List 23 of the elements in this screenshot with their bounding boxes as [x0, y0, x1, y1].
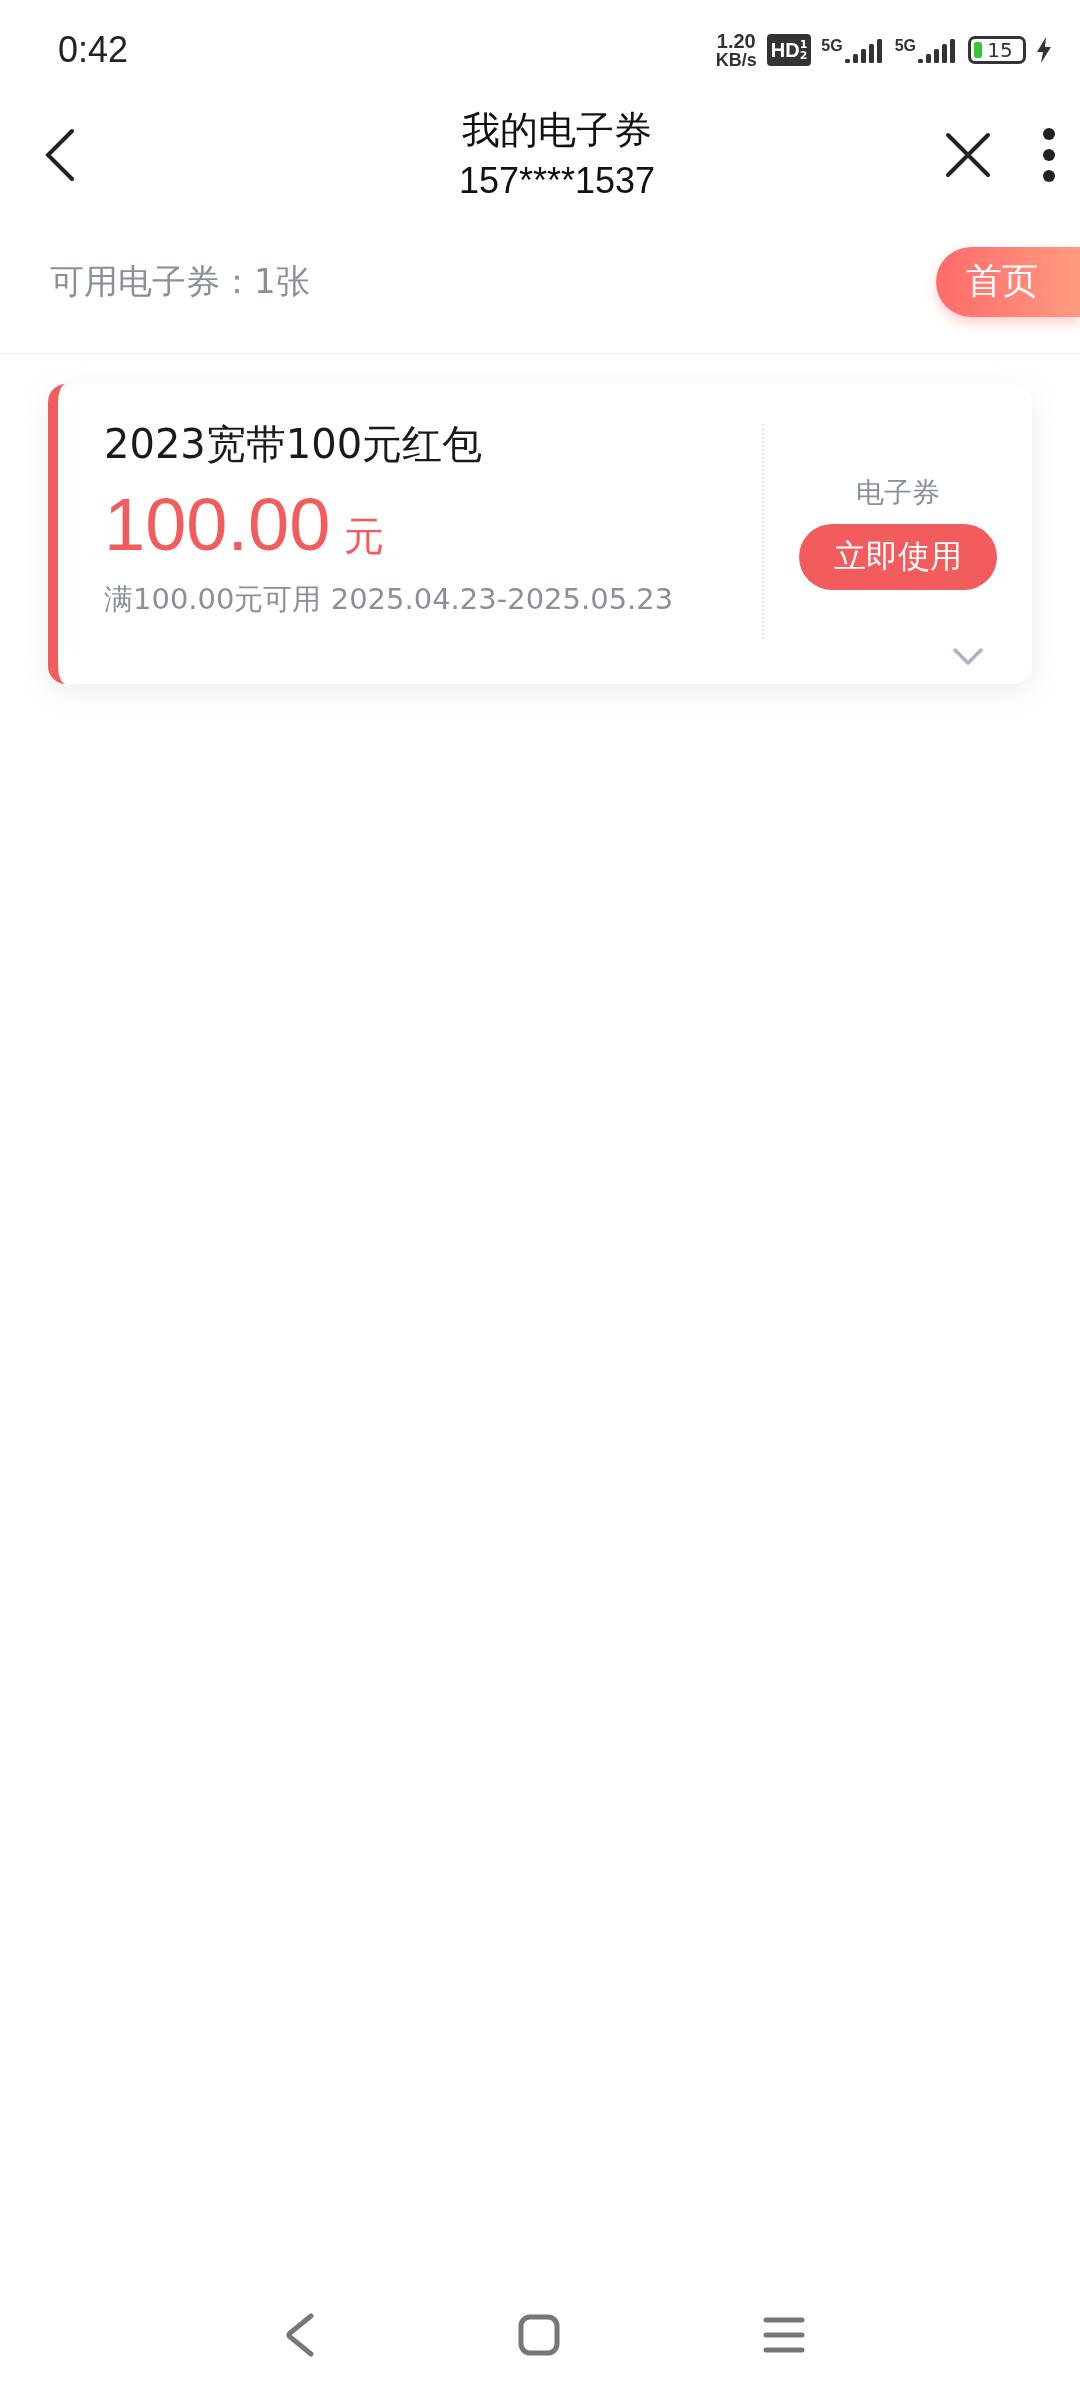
signal-icon — [918, 37, 958, 63]
more-button[interactable] — [1042, 127, 1056, 183]
network-label: 5G — [894, 37, 916, 55]
nav-back-button[interactable] — [285, 2313, 315, 2357]
nav-home-button[interactable] — [518, 2314, 560, 2356]
phone-number: 157****1537 — [458, 159, 656, 203]
network-label: 5G — [821, 37, 843, 55]
coupon-amount: 100.00 — [104, 482, 331, 568]
signal-icon — [844, 37, 885, 63]
speed-unit: KB/s — [715, 51, 757, 69]
use-now-button[interactable]: 立即使用 — [799, 523, 997, 590]
available-count: 可用电子券：1张 — [50, 259, 310, 303]
home-button[interactable]: 首页 — [936, 246, 1080, 317]
network-speed: 1.20 — [716, 31, 756, 51]
battery-icon: 15 — [968, 36, 1026, 64]
page-title: 我的电子券 — [462, 107, 652, 154]
status-time: 0:42 — [58, 29, 129, 71]
nav-menu-button[interactable] — [763, 2316, 805, 2354]
close-button[interactable] — [944, 131, 992, 179]
coupon-condition: 满100.00元可用 2025.04.23-2025.05.23 — [104, 581, 675, 618]
currency-unit: 元 — [344, 512, 385, 561]
coupon-title: 2023宽带100元红包 — [104, 420, 484, 469]
coupon-type: 电子券 — [856, 474, 940, 511]
